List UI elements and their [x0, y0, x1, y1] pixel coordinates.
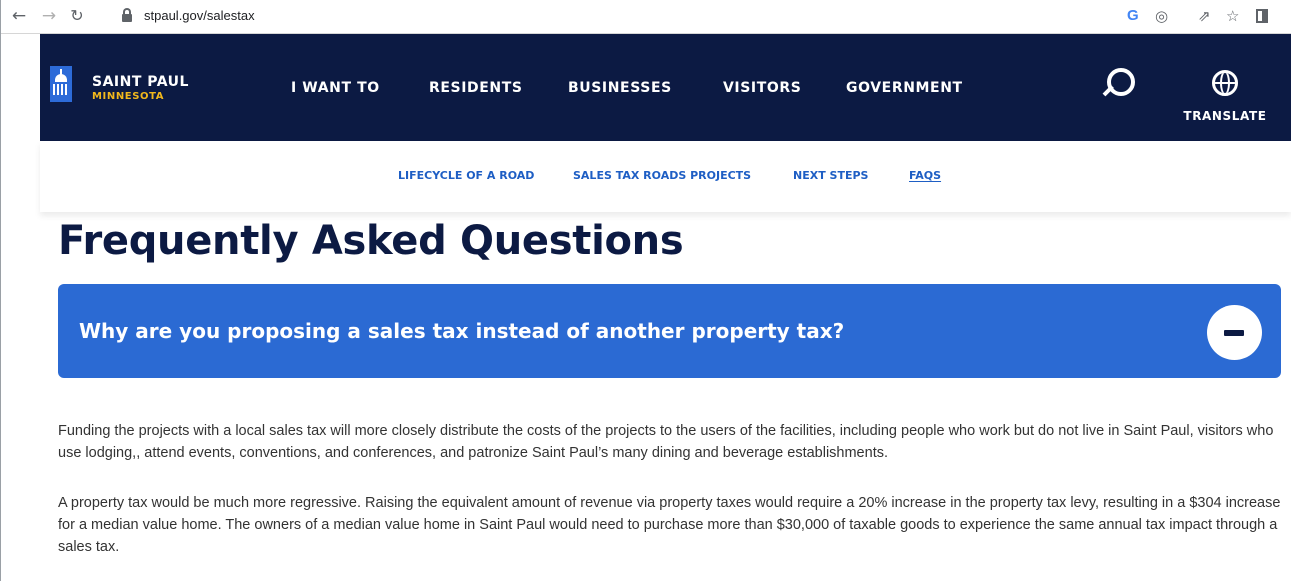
nav-businesses[interactable]: BUSINESSES: [568, 80, 672, 96]
subnav-sales-tax-roads-projects[interactable]: SALES TAX ROADS PROJECTS: [573, 169, 751, 182]
nav-visitors[interactable]: VISITORS: [723, 80, 801, 96]
eye-off-icon[interactable]: ◎: [1155, 6, 1168, 26]
forward-icon[interactable]: →: [38, 5, 60, 27]
star-icon[interactable]: ☆: [1226, 6, 1239, 26]
side-panel-icon[interactable]: [1256, 9, 1268, 23]
address-url[interactable]: stpaul.gov/salestax: [144, 8, 255, 23]
page-left-margin: [0, 34, 40, 581]
subnav-lifecycle-of-a-road[interactable]: LIFECYCLE OF A ROAD: [398, 169, 534, 182]
subnav-next-steps[interactable]: NEXT STEPS: [793, 169, 868, 182]
translate-label: TRANSLATE: [1183, 109, 1267, 123]
search-icon[interactable]: [1102, 68, 1137, 104]
brand-name[interactable]: SAINT PAUL: [92, 74, 189, 90]
google-icon[interactable]: G: [1127, 6, 1139, 26]
page-title: Frequently Asked Questions: [58, 218, 684, 264]
capitol-logo-icon[interactable]: [50, 66, 72, 102]
globe-icon: [1212, 70, 1238, 96]
brand-subtitle[interactable]: MINNESOTA: [92, 91, 164, 102]
translate-button[interactable]: TRANSLATE: [1175, 67, 1275, 131]
subnav-faqs[interactable]: FAQS: [909, 169, 941, 182]
browser-toolbar: ← → ↻ stpaul.gov/salestax G ◎ ⇗ ☆: [0, 0, 1291, 34]
reload-icon[interactable]: ↻: [66, 5, 88, 27]
collapse-minus-icon[interactable]: [1207, 305, 1262, 360]
lock-icon[interactable]: [122, 8, 132, 22]
back-icon[interactable]: ←: [8, 5, 30, 27]
faq-answer-paragraph-1: Funding the projects with a local sales …: [58, 423, 1274, 461]
nav-government[interactable]: GOVERNMENT: [846, 80, 963, 96]
section-subnav: LIFECYCLE OF A ROAD SALES TAX ROADS PROJ…: [40, 141, 1291, 212]
address-bar[interactable]: stpaul.gov/salestax: [100, 3, 1280, 29]
nav-residents[interactable]: RESIDENTS: [429, 80, 523, 96]
site-header: SAINT PAUL MINNESOTA I WANT TO RESIDENTS…: [40, 34, 1291, 141]
faq-answer-paragraph-2: A property tax would be much more regres…: [58, 495, 1281, 555]
faq-question[interactable]: Why are you proposing a sales tax instea…: [79, 319, 844, 343]
nav-i-want-to[interactable]: I WANT TO: [291, 80, 380, 96]
share-icon[interactable]: ⇗: [1198, 6, 1211, 26]
faq-accordion-header[interactable]: Why are you proposing a sales tax instea…: [58, 284, 1281, 378]
window-border: [0, 0, 1, 581]
